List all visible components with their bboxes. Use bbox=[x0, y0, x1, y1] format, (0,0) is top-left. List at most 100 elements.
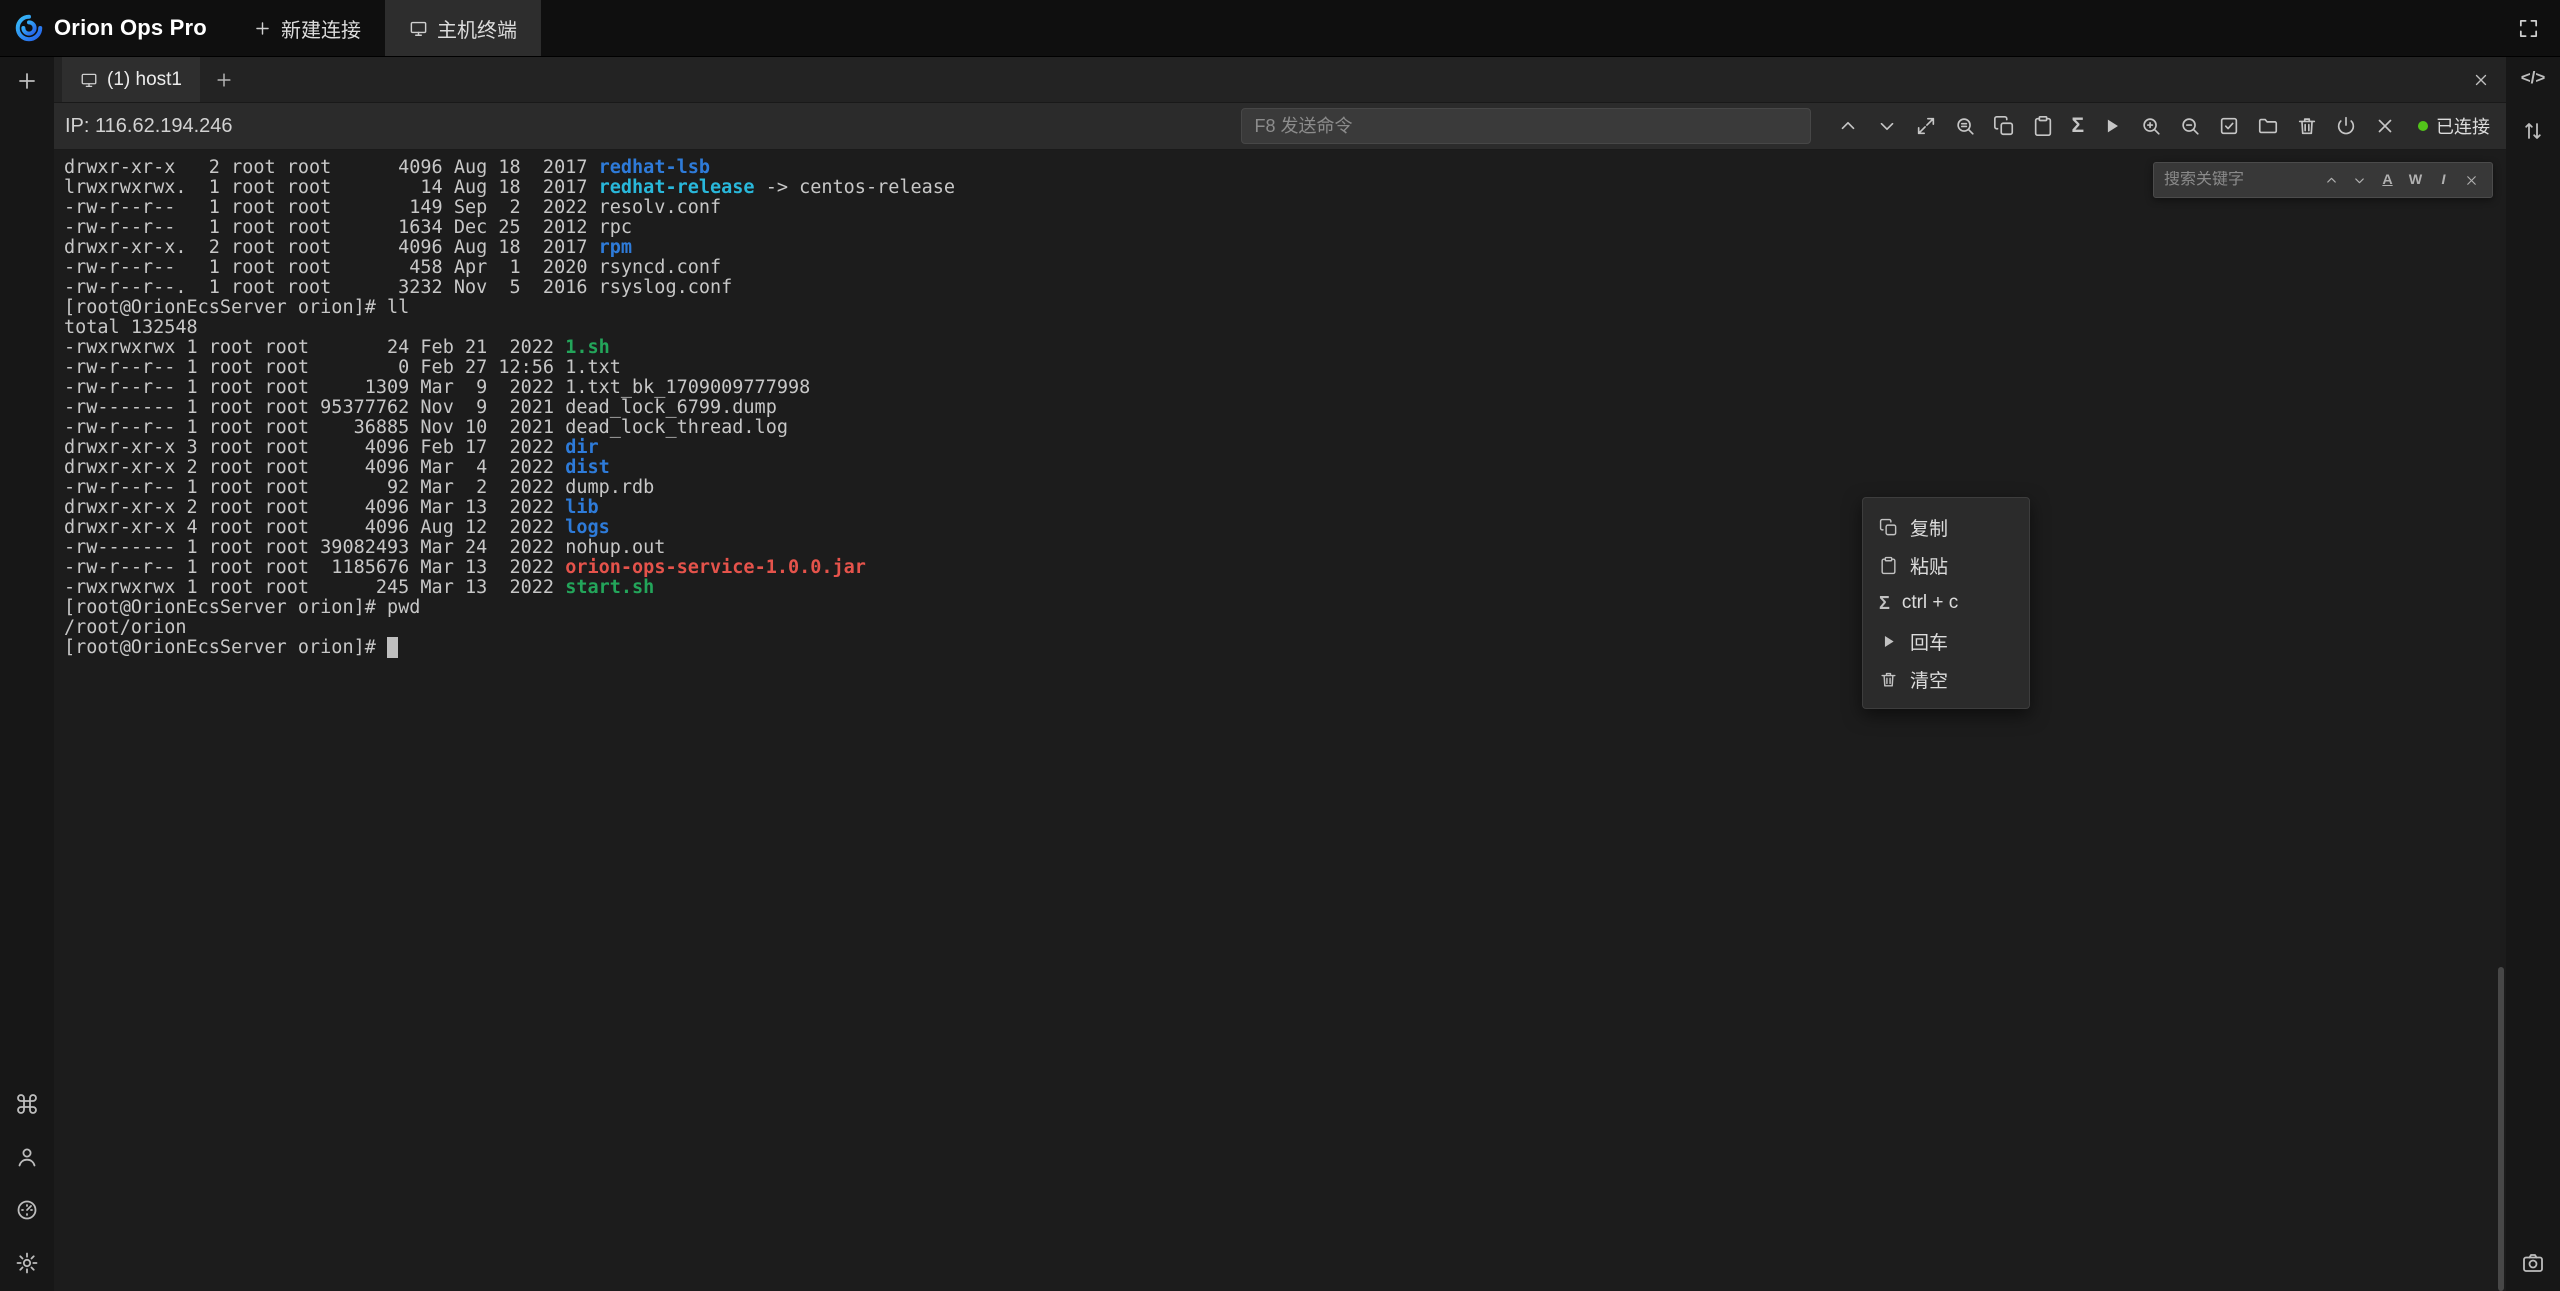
close-icon[interactable] bbox=[2459, 168, 2484, 192]
terminal-line: -rwxrwxrwx 1 root root 245 Mar 13 2022 s… bbox=[64, 578, 955, 598]
terminal-line: drwxr-xr-x 3 root root 4096 Feb 17 2022 … bbox=[64, 438, 955, 458]
context-menu-label: ctrl + c bbox=[1902, 592, 1958, 614]
code-icon[interactable]: </> bbox=[2521, 69, 2546, 86]
camera-icon[interactable] bbox=[2521, 1251, 2545, 1275]
search-input[interactable] bbox=[2164, 171, 2317, 189]
search-buttons: AWI bbox=[2319, 168, 2484, 192]
terminal-line: [root@OrionEcsServer orion]# ll bbox=[64, 298, 955, 318]
terminal-icon bbox=[80, 71, 98, 89]
terminal-line: drwxr-xr-x 2 root root 4096 Mar 4 2022 d… bbox=[64, 458, 955, 478]
checkbox-icon[interactable] bbox=[2218, 115, 2240, 137]
paste-icon bbox=[1879, 556, 1898, 575]
command-icon[interactable] bbox=[15, 1092, 39, 1116]
app-logo-icon bbox=[14, 13, 44, 43]
context-menu-item[interactable]: 清空 bbox=[1863, 660, 2029, 698]
top-menu-label: 新建连接 bbox=[281, 14, 361, 43]
terminal-line: total 132548 bbox=[64, 318, 955, 338]
terminal-line: drwxr-xr-x 4 root root 4096 Aug 12 2022 … bbox=[64, 518, 955, 538]
terminal-line: -rw------- 1 root root 95377762 Nov 9 20… bbox=[64, 398, 955, 418]
terminal-line: -rw------- 1 root root 39082493 Mar 24 2… bbox=[64, 538, 955, 558]
right-sidebar-top: </> bbox=[2521, 57, 2546, 143]
plus-icon bbox=[253, 19, 272, 38]
close-terminal-icon[interactable] bbox=[2472, 71, 2490, 89]
gauge-icon[interactable] bbox=[15, 1198, 39, 1222]
user-icon[interactable] bbox=[15, 1145, 39, 1169]
app: Orion Ops Pro 新建连接 主机终端 (1) host1 IP: 116… bbox=[0, 0, 2560, 1291]
close-icon[interactable] bbox=[2374, 115, 2396, 137]
status-label: 已连接 bbox=[2436, 113, 2490, 139]
chevron-down-icon[interactable] bbox=[2347, 168, 2372, 192]
terminal-line: -rw-r--r-- 1 root root 92 Mar 2 2022 dum… bbox=[64, 478, 955, 498]
trash-icon[interactable] bbox=[2296, 115, 2318, 137]
context-menu-label: 复制 bbox=[1910, 514, 1948, 541]
context-menu: 复制粘贴 Σctrl + c 回车清空 bbox=[1862, 497, 2030, 709]
body: (1) host1 IP: 116.62.194.246 Σ 已连接 drwxr… bbox=[0, 57, 2560, 1291]
play-icon bbox=[1879, 632, 1898, 651]
left-sidebar-top bbox=[15, 57, 39, 93]
context-menu-label: 清空 bbox=[1910, 666, 1948, 693]
chevron-down-icon[interactable] bbox=[1876, 115, 1898, 137]
context-menu-item[interactable]: 复制 bbox=[1863, 508, 2029, 546]
fullscreen-icon[interactable] bbox=[2517, 17, 2540, 40]
left-sidebar-bottom bbox=[15, 1092, 39, 1291]
chevron-up-icon[interactable] bbox=[2319, 168, 2344, 192]
zoom-in-icon[interactable] bbox=[2140, 115, 2162, 137]
terminal-line: lrwxrwxrwx. 1 root root 14 Aug 18 2017 r… bbox=[64, 178, 955, 198]
tab-label: (1) host1 bbox=[107, 69, 182, 91]
connection-status: 已连接 bbox=[2418, 113, 2490, 139]
context-menu-item[interactable]: Σctrl + c bbox=[1863, 584, 2029, 622]
context-menu-label: 粘贴 bbox=[1910, 552, 1948, 579]
power-icon[interactable] bbox=[2335, 115, 2357, 137]
search-panel: AWI bbox=[2153, 162, 2493, 198]
sigma-icon: Σ bbox=[1879, 594, 1890, 612]
terminal-icon bbox=[409, 19, 428, 38]
top-menu: 新建连接 主机终端 bbox=[229, 0, 541, 56]
brand: Orion Ops Pro bbox=[0, 13, 229, 43]
terminal-line: -rw-r--r-- 1 root root 1185676 Mar 13 20… bbox=[64, 558, 955, 578]
top-menu-label: 主机终端 bbox=[437, 14, 517, 43]
right-sidebar-bottom bbox=[2521, 1251, 2545, 1291]
right-sidebar: </> bbox=[2506, 57, 2560, 1291]
terminal-line: -rw-r--r-- 1 root root 1634 Dec 25 2012 … bbox=[64, 218, 955, 238]
top-menu-item[interactable]: 新建连接 bbox=[229, 0, 385, 56]
search-file-icon[interactable] bbox=[1954, 115, 1976, 137]
expand-icon[interactable] bbox=[1915, 115, 1937, 137]
app-title: Orion Ops Pro bbox=[54, 15, 207, 41]
swap-vertical-icon[interactable] bbox=[2521, 119, 2545, 143]
copy-icon bbox=[1879, 518, 1898, 537]
zoom-out-icon[interactable] bbox=[2179, 115, 2201, 137]
context-menu-item[interactable]: 回车 bbox=[1863, 622, 2029, 660]
terminal[interactable]: drwxr-xr-x 2 root root 4096 Aug 18 2017 … bbox=[54, 150, 2506, 1291]
terminal-line: -rw-r--r-- 1 root root 1309 Mar 9 2022 1… bbox=[64, 378, 955, 398]
terminal-toolbar: IP: 116.62.194.246 Σ 已连接 bbox=[54, 103, 2506, 150]
terminal-scrollbar[interactable] bbox=[2498, 967, 2504, 1291]
terminal-tab[interactable]: (1) host1 bbox=[62, 57, 200, 102]
copy-icon[interactable] bbox=[1993, 115, 2015, 137]
match-case-icon[interactable]: A bbox=[2375, 168, 2400, 192]
main: (1) host1 IP: 116.62.194.246 Σ 已连接 drwxr… bbox=[54, 57, 2506, 1291]
play-icon[interactable] bbox=[2101, 115, 2123, 137]
terminal-line: /root/orion bbox=[64, 618, 955, 638]
gear-icon[interactable] bbox=[15, 1251, 39, 1275]
trash-icon bbox=[1879, 670, 1898, 689]
left-sidebar bbox=[0, 57, 54, 1291]
paste-icon[interactable] bbox=[2032, 115, 2054, 137]
terminal-line: [root@OrionEcsServer orion]# bbox=[64, 638, 955, 658]
terminal-output: drwxr-xr-x 2 root root 4096 Aug 18 2017 … bbox=[64, 158, 955, 658]
add-tab-button[interactable] bbox=[214, 70, 234, 90]
folder-icon[interactable] bbox=[2257, 115, 2279, 137]
send-command-input[interactable] bbox=[1241, 108, 1811, 144]
context-menu-item[interactable]: 粘贴 bbox=[1863, 546, 2029, 584]
terminal-line: -rw-r--r-- 1 root root 0 Feb 27 12:56 1.… bbox=[64, 358, 955, 378]
context-menu-label: 回车 bbox=[1910, 628, 1948, 655]
terminal-line: [root@OrionEcsServer orion]# pwd bbox=[64, 598, 955, 618]
plus-icon[interactable] bbox=[15, 69, 39, 93]
chevron-up-icon[interactable] bbox=[1837, 115, 1859, 137]
regex-icon[interactable]: I bbox=[2431, 168, 2456, 192]
whole-word-icon[interactable]: W bbox=[2403, 168, 2428, 192]
tabbar: (1) host1 bbox=[54, 57, 2506, 103]
terminal-line: drwxr-xr-x. 2 root root 4096 Aug 18 2017… bbox=[64, 238, 955, 258]
sigma-icon[interactable]: Σ bbox=[2071, 116, 2084, 137]
top-menu-item[interactable]: 主机终端 bbox=[385, 0, 541, 56]
terminal-line: drwxr-xr-x 2 root root 4096 Mar 13 2022 … bbox=[64, 498, 955, 518]
